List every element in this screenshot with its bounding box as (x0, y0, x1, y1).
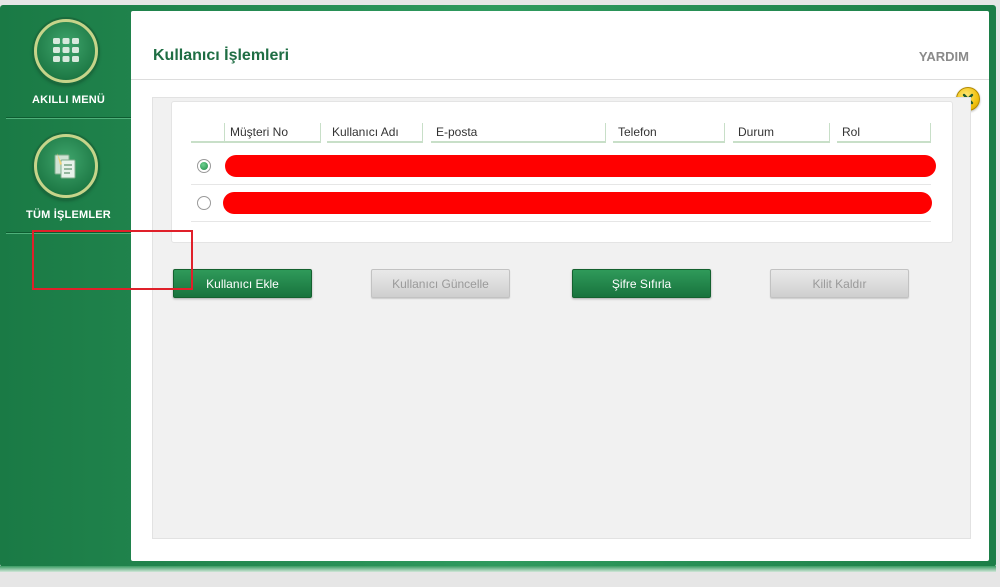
table-row[interactable] (191, 148, 936, 185)
column-header-email[interactable]: E-posta (431, 123, 606, 143)
sidebar-item-smart-menu[interactable]: AKILLI MENÜ (6, 5, 131, 118)
window-frame-bottom (0, 566, 996, 572)
sidebar-item-label: AKILLI MENÜ (31, 94, 106, 106)
help-link[interactable]: YARDIM (919, 49, 969, 64)
column-header-role[interactable]: Rol (837, 123, 931, 143)
redacted-row-data (223, 192, 932, 214)
column-header-customer-no[interactable]: Müşteri No (225, 123, 321, 143)
sidebar-item-all-operations[interactable]: TÜM İŞLEMLER (6, 120, 131, 233)
reset-password-button[interactable]: Şifre Sıfırla (572, 269, 711, 298)
column-header-select (191, 123, 225, 143)
add-user-button[interactable]: Kullanıcı Ekle (173, 269, 312, 298)
highlight-frame (32, 230, 193, 290)
table-row[interactable] (191, 185, 932, 222)
column-header-phone[interactable]: Telefon (613, 123, 725, 143)
row-select-radio[interactable] (197, 196, 211, 210)
grid-menu-icon (34, 19, 98, 83)
column-header-username[interactable]: Kullanıcı Adı (327, 123, 423, 143)
update-user-button[interactable]: Kullanıcı Güncelle (371, 269, 510, 298)
main-header: Kullanıcı İşlemleri YARDIM (131, 11, 989, 80)
documents-icon (34, 134, 98, 198)
page-title: Kullanıcı İşlemleri (153, 47, 290, 64)
sidebar-item-label: TÜM İŞLEMLER (26, 209, 111, 221)
main-panel: Kullanıcı İşlemleri YARDIM Müşteri No Ku… (131, 11, 989, 561)
redacted-row-data (225, 155, 936, 177)
app-window: AKILLI MENÜ TÜM İŞLEMLER Kullanıcı İşlem… (0, 0, 1000, 587)
column-header-status[interactable]: Durum (733, 123, 830, 143)
row-select-radio[interactable] (197, 159, 211, 173)
content-area: Müşteri No Kullanıcı Adı E-posta Telefon… (152, 97, 971, 539)
unlock-button[interactable]: Kilit Kaldır (770, 269, 909, 298)
users-table: Müşteri No Kullanıcı Adı E-posta Telefon… (171, 101, 953, 243)
